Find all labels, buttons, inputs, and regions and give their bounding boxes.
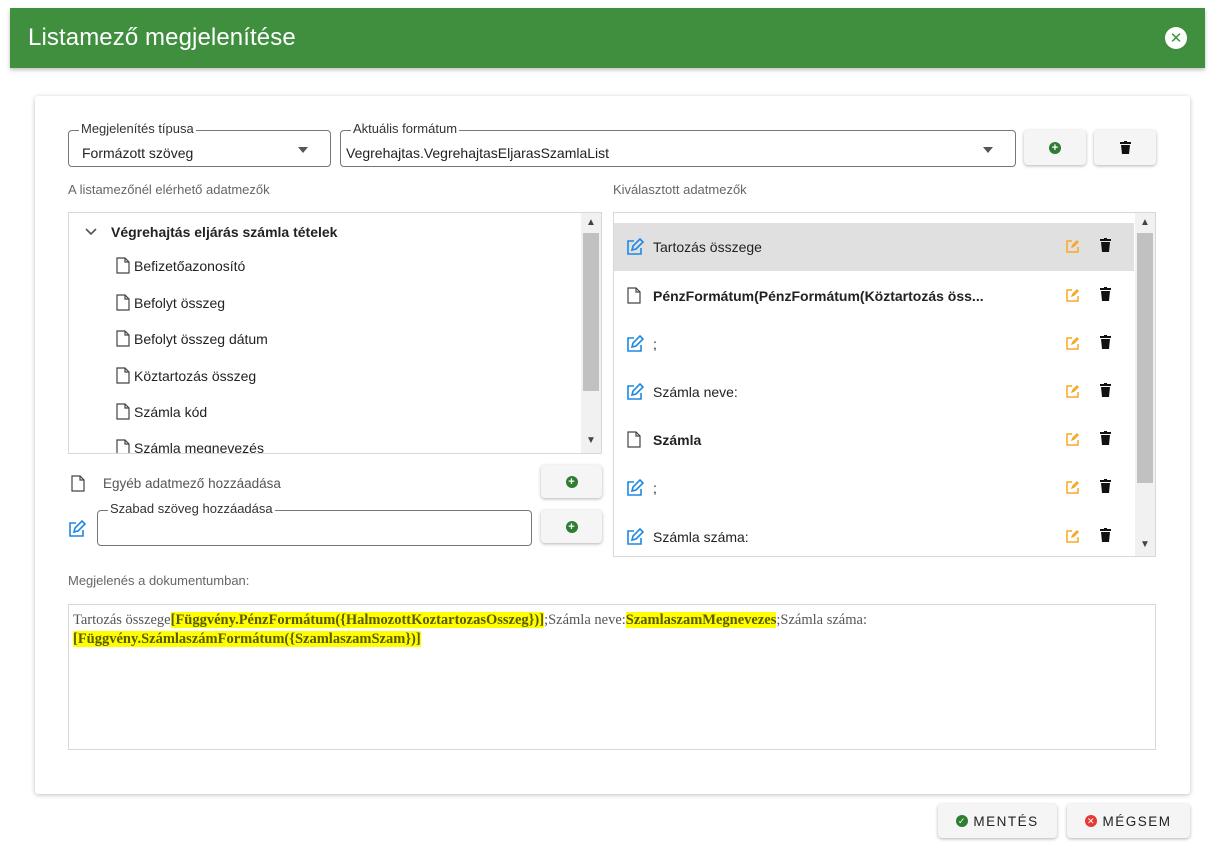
edit-text-icon xyxy=(626,382,645,406)
chevron-down-icon xyxy=(85,228,97,236)
tree-item[interactable]: Számla megnevezés xyxy=(116,439,264,453)
edit-text-icon xyxy=(69,520,86,537)
selected-field-label: Számla xyxy=(653,432,702,448)
selected-field-label: Számla neve: xyxy=(653,384,738,400)
trash-icon[interactable] xyxy=(1100,431,1111,450)
tree-scroll-thumb[interactable] xyxy=(583,233,599,391)
selected-field-label: Tartozás összege xyxy=(653,239,762,255)
selected-field-row[interactable]: ; xyxy=(614,464,1134,512)
tree-scrollbar[interactable]: ▲ ▼ xyxy=(581,213,601,453)
edit-icon[interactable] xyxy=(1066,384,1080,403)
tree-group-header[interactable]: Végrehajtás eljárás számla tételek xyxy=(85,224,337,240)
selected-field-row[interactable]: PénzFormátum(PénzFormátum(Köztartozás ös… xyxy=(614,272,1134,320)
document-icon xyxy=(71,475,85,492)
tree-item[interactable]: Köztartozás összeg xyxy=(116,367,256,384)
plus-circle-icon: + xyxy=(565,520,578,533)
plus-circle-icon: + xyxy=(565,475,578,488)
add-other-field-label: Egyéb adatmező hozzáadása xyxy=(103,476,281,491)
tree-group-label: Végrehajtás eljárás számla tételek xyxy=(111,224,338,240)
current-format-label: Aktuális formátum xyxy=(351,121,460,136)
dialog-header: Listamező megjelenítése ✕ xyxy=(10,8,1205,68)
edit-text-icon xyxy=(626,527,645,551)
selected-field-row[interactable]: ; xyxy=(614,320,1134,368)
edit-icon[interactable] xyxy=(1066,288,1080,307)
document-icon xyxy=(116,367,130,384)
selected-scroll-thumb[interactable] xyxy=(1137,233,1153,483)
document-preview-label: Megjelenés a dokumentumban: xyxy=(68,573,250,588)
display-type-label: Megjelenítés típusa xyxy=(79,121,196,136)
add-other-field-row: Egyéb adatmező hozzáadása xyxy=(71,475,281,492)
chevron-down-icon xyxy=(983,147,993,153)
edit-text-icon xyxy=(626,478,645,502)
display-type-select[interactable]: Megjelenítés típusa Formázott szöveg xyxy=(68,122,331,167)
selected-fields-list: Tartozás összege PénzFormátum(PénzFormátu… xyxy=(613,212,1156,557)
tree-item[interactable]: Számla kód xyxy=(116,403,207,420)
edit-icon[interactable] xyxy=(1066,529,1080,548)
edit-text-icon xyxy=(626,334,645,358)
available-fields-label: A listamezőnél elérhető adatmezők xyxy=(68,182,270,197)
selected-field-label: ; xyxy=(653,336,657,352)
add-format-button[interactable]: + xyxy=(1024,130,1086,165)
document-icon xyxy=(116,330,130,347)
tree-item[interactable]: Befizetőazonosító xyxy=(116,257,245,274)
save-button[interactable]: ✓ MENTÉS xyxy=(938,804,1057,838)
document-icon xyxy=(116,439,130,453)
selected-field-row[interactable]: Számla xyxy=(614,416,1134,464)
scroll-down-icon[interactable]: ▼ xyxy=(1140,539,1150,550)
selected-field-row[interactable]: Számla neve: xyxy=(614,368,1134,416)
document-icon xyxy=(116,257,130,274)
cancel-button[interactable]: ✕ MÉGSEM xyxy=(1067,804,1190,838)
trash-icon[interactable] xyxy=(1100,335,1111,354)
document-icon xyxy=(627,431,641,453)
trash-icon[interactable] xyxy=(1100,479,1111,498)
delete-format-button[interactable] xyxy=(1094,130,1156,165)
dialog-title: Listamező megjelenítése xyxy=(28,24,296,51)
free-text-label: Szabad szöveg hozzáadása xyxy=(108,501,275,516)
current-format-select[interactable]: Aktuális formátum Vegrehajtas.Vegrehajta… xyxy=(340,122,1016,167)
trash-icon[interactable] xyxy=(1100,238,1111,257)
available-fields-tree: Végrehajtás eljárás számla tételek Befiz… xyxy=(68,212,602,454)
trash-icon[interactable] xyxy=(1100,528,1111,547)
trash-icon[interactable] xyxy=(1100,383,1111,402)
check-circle-icon: ✓ xyxy=(956,815,969,827)
selected-fields-label: Kiválasztott adatmezők xyxy=(613,182,747,197)
edit-icon[interactable] xyxy=(1066,336,1080,355)
current-format-value: Vegrehajtas.VegrehajtasEljarasSzamlaList xyxy=(346,145,610,161)
scroll-down-icon[interactable]: ▼ xyxy=(586,435,596,446)
chevron-down-icon xyxy=(298,147,308,153)
document-preview[interactable]: Tartozás összege[Függvény.PénzFormátum({… xyxy=(68,604,1156,750)
edit-icon[interactable] xyxy=(1066,480,1080,499)
close-circle-icon: ✕ xyxy=(1085,815,1098,827)
selected-scrollbar[interactable]: ▲ ▼ xyxy=(1135,213,1155,556)
plus-circle-icon: + xyxy=(1049,141,1061,154)
edit-text-icon xyxy=(626,237,645,261)
tree-item[interactable]: Befolyt összeg dátum xyxy=(116,330,268,347)
document-icon xyxy=(116,403,130,420)
close-icon[interactable]: ✕ xyxy=(1165,27,1187,49)
dialog-content: Megjelenítés típusa Formázott szöveg Akt… xyxy=(35,96,1190,794)
add-other-field-button[interactable]: + xyxy=(541,465,602,498)
free-text-input[interactable]: Szabad szöveg hozzáadása xyxy=(97,502,532,546)
selected-field-label: ; xyxy=(653,480,657,496)
selected-field-label: PénzFormátum(PénzFormátum(Köztartozás ös… xyxy=(653,288,984,304)
display-type-value: Formázott szöveg xyxy=(82,145,194,161)
selected-field-label: Számla száma: xyxy=(653,529,749,545)
document-icon xyxy=(627,287,641,309)
tree-item[interactable]: Befolyt összeg xyxy=(116,294,225,311)
edit-icon[interactable] xyxy=(1066,239,1080,258)
scroll-up-icon[interactable]: ▲ xyxy=(586,217,596,228)
add-free-text-button[interactable]: + xyxy=(541,510,602,543)
trash-icon xyxy=(1119,141,1131,154)
selected-field-row[interactable]: Számla száma: xyxy=(614,513,1134,556)
scroll-up-icon[interactable]: ▲ xyxy=(1140,217,1150,228)
edit-icon[interactable] xyxy=(1066,432,1080,451)
selected-field-row[interactable]: Tartozás összege xyxy=(614,223,1134,271)
trash-icon[interactable] xyxy=(1100,287,1111,306)
document-icon xyxy=(116,294,130,311)
